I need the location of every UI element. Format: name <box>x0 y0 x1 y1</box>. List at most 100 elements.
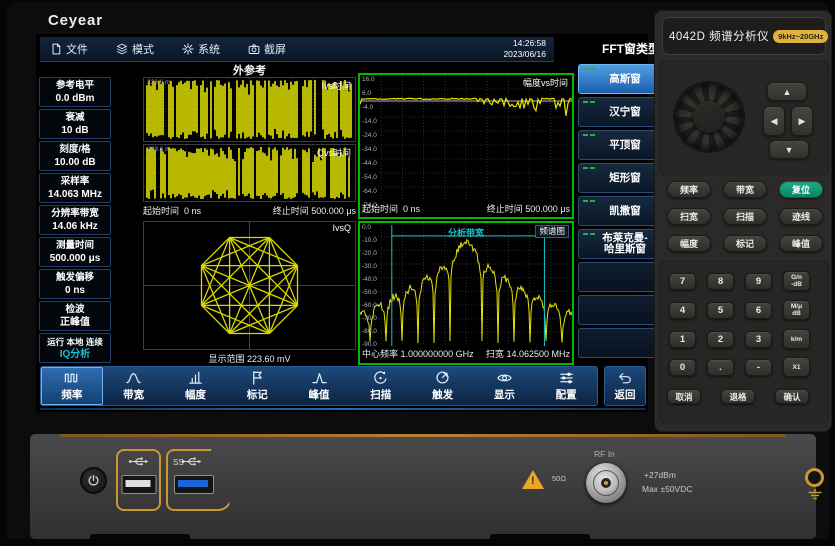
param-box-0[interactable]: 参考电平 0.0 dBm <box>39 77 111 107</box>
param-value: IQ分析 <box>40 348 110 361</box>
toolbar-带宽[interactable]: 带宽 <box>103 367 165 405</box>
param-value: 14.06 kHz <box>40 220 110 233</box>
numkey-3[interactable]: 3 <box>745 331 772 348</box>
arrow-right-button[interactable]: ▶ <box>791 106 813 136</box>
toolbar-标记[interactable]: 标记 <box>226 367 288 405</box>
param-box-6[interactable]: 触发偏移 0 ns <box>39 269 111 299</box>
frequency-range-badge: 9kHz~20GHz <box>773 30 828 43</box>
menu-item-label: 截屏 <box>264 41 286 57</box>
display-icon <box>497 370 512 385</box>
span-label: 扫宽 <box>486 347 504 360</box>
bandwidth-icon <box>126 370 141 385</box>
stop-time-label: 终止时间 <box>273 204 309 217</box>
back-button[interactable]: 返回 <box>604 366 646 406</box>
menu-item-系统[interactable]: 系统 <box>182 41 220 57</box>
toolbar-label: 频率 <box>61 387 82 402</box>
toolbar-频率[interactable]: 频率 <box>41 367 103 405</box>
hwkey-迹线[interactable]: 迹线 <box>779 208 823 225</box>
numkey-7[interactable]: 7 <box>669 273 696 290</box>
numkey-X1[interactable]: X1 <box>783 357 810 377</box>
numkey-.[interactable]: . <box>707 359 734 376</box>
arrow-down-button[interactable]: ▼ <box>769 140 809 159</box>
numkey--[interactable]: - <box>745 359 772 376</box>
numkey-2[interactable]: 2 <box>707 331 734 348</box>
hwkey-扫描[interactable]: 扫描 <box>723 208 767 225</box>
param-box-4[interactable]: 分辨率带宽 14.06 kHz <box>39 205 111 235</box>
model-plate: 4042D 频谱分析仪 9kHz~20GHz <box>662 17 826 55</box>
numkey-G/n--dB[interactable]: G/n -dB <box>783 271 810 291</box>
usb2-tongue <box>125 480 150 487</box>
param-box-7[interactable]: 检波 正峰值 <box>39 301 111 331</box>
instrument: Ceyear 文件模式系统截屏 14:26:58 2023/06/16 FFT窗… <box>0 0 835 546</box>
toolbar-label: 显示 <box>494 387 515 402</box>
param-label: 触发偏移 <box>40 272 110 284</box>
toolbar-label: 配置 <box>556 387 577 402</box>
arrow-up-button[interactable]: ▲ <box>767 82 807 101</box>
ground-terminal <box>805 468 824 487</box>
param-box-1[interactable]: 衰减 10 dB <box>39 109 111 139</box>
numkey-0[interactable]: 0 <box>669 359 696 376</box>
i-vs-time-chart: Ivs时间 223.6 m <box>143 77 356 142</box>
spectrum-tick: -80.0 <box>362 328 377 335</box>
usb3-receptacle <box>174 475 214 494</box>
amp-vs-time-chart: 16.06.0-4.0-14.0-24.0-34.0-44.0-54.0-64.… <box>358 73 574 219</box>
rf-center-pin <box>604 481 608 485</box>
center-freq-value: 1.000000000 GHz <box>401 349 474 359</box>
sweep-icon <box>373 370 388 385</box>
toolbar-峰值[interactable]: 峰值 <box>288 367 350 405</box>
numkey-4[interactable]: 4 <box>669 302 696 319</box>
hwkey-幅度[interactable]: 幅度 <box>667 235 711 252</box>
rotary-knob[interactable] <box>676 84 742 150</box>
numkey-M/μ-dB[interactable]: M/μ dB <box>783 300 810 320</box>
numkey-k/m[interactable]: k/m <box>783 329 810 349</box>
hwkey-复位[interactable]: 复位 <box>779 181 823 198</box>
power-button[interactable] <box>80 467 107 494</box>
menu-item-截屏[interactable]: 截屏 <box>248 41 286 57</box>
spectrum-tick: -70.0 <box>362 315 377 322</box>
toolbar-扫描[interactable]: 扫描 <box>350 367 412 405</box>
menu-item-模式[interactable]: 模式 <box>116 41 154 57</box>
usb2-receptacle <box>121 475 156 494</box>
numkey-6[interactable]: 6 <box>745 302 772 319</box>
center-freq-label: 中心频率 <box>362 347 398 360</box>
param-box-2[interactable]: 刻度/格 10.00 dB <box>39 141 111 171</box>
toolbar-触发[interactable]: 触发 <box>412 367 474 405</box>
amp-vs-time-title: 幅度vs时间 <box>523 76 568 89</box>
toolbar-显示[interactable]: 显示 <box>473 367 535 405</box>
toolbar-配置[interactable]: 配置 <box>535 367 597 405</box>
numkey-确认[interactable]: 确认 <box>775 389 809 404</box>
hwkey-扫宽[interactable]: 扫宽 <box>667 208 711 225</box>
param-box-3[interactable]: 采样率 14.063 MHz <box>39 173 111 203</box>
start-time-value: 0 ns <box>403 204 420 214</box>
numkey-取消[interactable]: 取消 <box>667 389 701 404</box>
i-scale-label: 223.6 m <box>147 79 171 86</box>
param-value: 10.00 dB <box>40 156 110 169</box>
param-box-8[interactable]: 运行 本地 连续 IQ分析 <box>39 333 111 363</box>
arrow-left-button[interactable]: ◀ <box>763 106 785 136</box>
fft-softkey-label: 汉宁窗 <box>609 107 641 118</box>
numkey-9[interactable]: 9 <box>745 273 772 290</box>
amplitude-icon <box>188 370 203 385</box>
hwkey-标记[interactable]: 标记 <box>723 235 767 252</box>
start-time-value: 0 ns <box>184 206 201 216</box>
hwkey-频率[interactable]: 频率 <box>667 181 711 198</box>
i-vs-q-constellation <box>144 222 355 349</box>
numkey-退格[interactable]: 退格 <box>721 389 755 404</box>
hwkey-带宽[interactable]: 带宽 <box>723 181 767 198</box>
brand-logo: Ceyear <box>48 12 103 29</box>
start-time-label: 起始时间 <box>362 202 398 215</box>
stop-time-value: 500.000 μs <box>525 204 570 214</box>
toolbar-幅度[interactable]: 幅度 <box>165 367 227 405</box>
model-name: 4042D 频谱分析仪 <box>669 28 769 44</box>
numkey-8[interactable]: 8 <box>707 273 734 290</box>
spectrum-tick: -50.0 <box>362 289 377 296</box>
parameter-sidebar: 参考电平 0.0 dBm 衰减 10 dB 刻度/格 10.00 dB 采样率 … <box>39 77 111 365</box>
knob-zone: ▲ ◀ ▶ ▼ <box>659 61 829 175</box>
max-power-label: +27dBm <box>644 470 676 480</box>
system-icon <box>182 43 194 55</box>
menu-item-文件[interactable]: 文件 <box>50 41 88 57</box>
numkey-5[interactable]: 5 <box>707 302 734 319</box>
hwkey-峰值[interactable]: 峰值 <box>779 235 823 252</box>
numkey-1[interactable]: 1 <box>669 331 696 348</box>
param-box-5[interactable]: 测量时间 500.000 μs <box>39 237 111 267</box>
